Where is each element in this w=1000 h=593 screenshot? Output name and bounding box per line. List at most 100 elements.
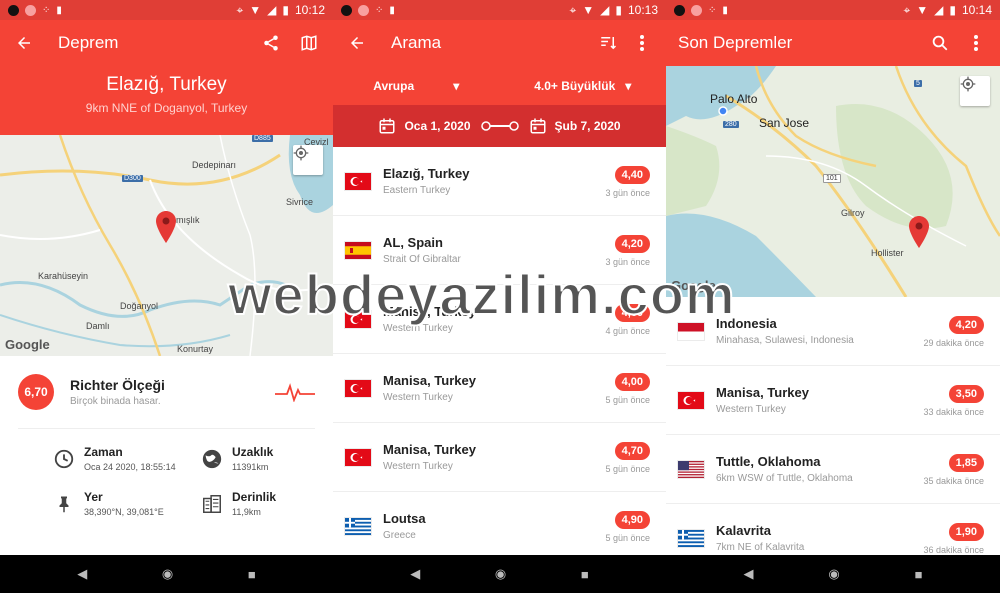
recent-map[interactable]: Palo Alto San Jose Gilroy Hollister 280 … (666, 66, 1000, 297)
list-item[interactable]: Manisa, Turkey Western Turkey 3,50 33 dakik… (666, 366, 1000, 435)
my-location-button[interactable] (960, 76, 990, 106)
quake-location: Manisa, Turkey (383, 442, 476, 457)
my-location-button[interactable] (293, 145, 323, 175)
nav-home-icon[interactable]: ◉ (828, 566, 839, 582)
dropdown-arrow-icon: ▾ (453, 78, 460, 93)
location-icon: ⌖ (236, 2, 244, 17)
status-bar: ⁘ ▮ ⌖ ▼ ◢ ▮ 10:14 (666, 0, 1000, 20)
list-item[interactable]: Manisa, Turkey Western Turkey 4,00 5 gün ön… (333, 354, 666, 423)
date-from-picker[interactable]: Oca 1, 2020 (378, 117, 471, 135)
place-cell: Yer 38,390°N, 39,081°E (52, 490, 200, 517)
list-item[interactable]: Indonesia Minahasa, Sulawesi, Indonesia 4,… (666, 297, 1000, 366)
magnitude-row: 6,70 Richter Ölçeği Birçok binada hasar. (18, 356, 315, 429)
detail-info: 6,70 Richter Ölçeği Birçok binada hasar.… (0, 356, 333, 517)
quake-region: Minahasa, Sulawesi, Indonesia (716, 335, 854, 346)
flag-tr-icon (345, 379, 371, 397)
quake-region: Strait Of Gibraltar (383, 254, 461, 265)
nav-back-icon[interactable]: ◀ (410, 566, 420, 582)
map-icon[interactable] (297, 31, 321, 55)
quake-location: AL, Spain (383, 235, 443, 250)
status-time: 10:14 (961, 3, 992, 17)
list-item[interactable]: Manisa, Turkey Western Turkey 4,60 4 gün ön… (333, 285, 666, 354)
page-title: Arama (391, 33, 442, 52)
region-dropdown[interactable]: Avrupa ▾ (333, 79, 500, 93)
map-pin-icon[interactable] (909, 216, 929, 248)
more-vert-icon[interactable] (964, 31, 988, 55)
quake-region: Greece (383, 530, 416, 541)
range-connector-icon (480, 121, 519, 131)
quake-map[interactable]: D885 D300 Dedepinarı Sivrice mışlık Kara… (0, 135, 333, 356)
sd-card-icon: ▮ (389, 4, 395, 16)
flag-id-icon (678, 322, 704, 340)
date-to-picker[interactable]: Şub 7, 2020 (529, 117, 621, 135)
time-ago: 4 gün önce (605, 325, 650, 336)
quake-region: Eastern Turkey (383, 185, 451, 196)
time-value: Oca 24 2020, 18:55:14 (84, 462, 176, 472)
screen-detail: ⁘ ▮ ⌖ ▼ ◢ ▮ 10:12 Deprem Elazığ, Turkey … (0, 0, 333, 593)
magnitude-badge: 4,70 (614, 441, 650, 460)
notification-icon (8, 4, 19, 16)
map-label: Dedepinarı (192, 160, 237, 170)
distance-value: 11391km (232, 462, 269, 472)
time-ago: 3 gün önce (605, 187, 650, 198)
share-icon[interactable] (259, 31, 283, 55)
flag-gr-icon (345, 517, 371, 535)
road-label: D300 (122, 175, 143, 182)
time-ago: 35 dakika önce (923, 475, 984, 486)
building-icon (200, 492, 224, 516)
magnitude-badge: 4,20 (614, 234, 650, 253)
nav-recents-icon[interactable]: ■ (248, 567, 256, 582)
map-label: Konurtay (177, 344, 214, 354)
back-arrow-icon[interactable] (12, 31, 36, 55)
time-ago: 3 gün önce (605, 256, 650, 267)
place-label: Yer (84, 490, 103, 504)
quake-region: Western Turkey (716, 404, 786, 415)
app-bar: Arama (333, 20, 666, 66)
quake-location: Manisa, Turkey (383, 304, 476, 319)
notification-icon (25, 4, 36, 16)
search-icon[interactable] (928, 31, 952, 55)
magnitude-dropdown[interactable]: 4.0+ Büyüklük ▾ (500, 79, 667, 93)
notification-icon (674, 4, 685, 16)
share-status-icon: ⁘ (708, 4, 717, 16)
map-label: Hollister (871, 248, 904, 258)
place-value: 38,390°N, 39,081°E (84, 507, 164, 517)
more-vert-icon[interactable] (630, 31, 654, 55)
nav-home-icon[interactable]: ◉ (162, 566, 173, 582)
map-label: Palo Alto (710, 92, 758, 106)
google-logo: Google (671, 278, 716, 293)
nav-home-icon[interactable]: ◉ (495, 566, 506, 582)
page-title: Deprem (58, 33, 119, 52)
status-time: 10:12 (294, 3, 325, 17)
flag-gr-icon (678, 529, 704, 547)
time-label: Zaman (84, 445, 123, 459)
location-subtitle: 9km NNE of Doganyol, Turkey (85, 101, 248, 115)
list-item[interactable]: Elazığ, Turkey Eastern Turkey 4,40 3 gün ön… (333, 147, 666, 216)
nav-back-icon[interactable]: ◀ (77, 566, 87, 582)
app-bar: Deprem (0, 20, 333, 66)
back-arrow-icon[interactable] (345, 31, 369, 55)
quake-region: 6km WSW of Tuttle, Oklahoma (716, 473, 853, 484)
share-status-icon: ⁘ (375, 4, 384, 16)
nav-back-icon[interactable]: ◀ (743, 566, 753, 582)
list-item[interactable]: Manisa, Turkey Western Turkey 4,70 5 gün ön… (333, 423, 666, 492)
time-ago: 5 gün önce (605, 463, 650, 474)
quake-location: Manisa, Turkey (716, 385, 809, 400)
distance-cell: Uzaklık 11391km (200, 445, 320, 472)
region-value: Avrupa (373, 78, 415, 93)
quake-location: Manisa, Turkey (383, 373, 476, 388)
list-item[interactable]: AL, Spain Strait Of Gibraltar 4,20 3 gün ön… (333, 216, 666, 285)
sort-icon[interactable] (596, 31, 620, 55)
seismograph-icon (275, 383, 315, 402)
map-label: Damlı (86, 321, 110, 331)
time-cell: Zaman Oca 24 2020, 18:55:14 (52, 445, 200, 472)
list-item[interactable]: Loutsa Greece 4,90 5 gün önce (333, 492, 666, 561)
quake-region: 7km NE of Kalavrita (716, 542, 805, 553)
nav-recents-icon[interactable]: ■ (915, 567, 923, 582)
map-pin-icon[interactable] (156, 211, 176, 243)
nav-recents-icon[interactable]: ■ (581, 567, 589, 582)
dropdown-arrow-icon: ▾ (625, 78, 632, 93)
list-item[interactable]: Tuttle, Oklahoma 6km WSW of Tuttle, Oklah… (666, 435, 1000, 504)
nav-bar: ◀ ◉ ■ (666, 555, 1000, 593)
magnitude-badge: 4,90 (614, 510, 650, 529)
